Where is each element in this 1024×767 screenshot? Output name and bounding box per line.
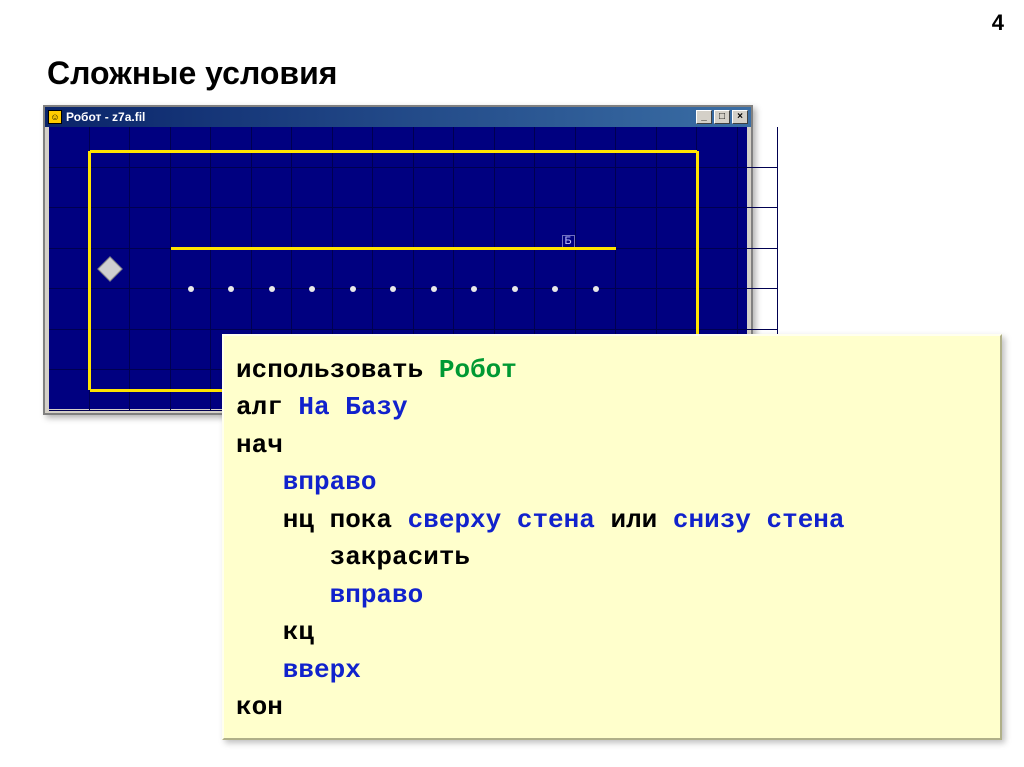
slide-number: 4 (992, 10, 1004, 36)
wall-horizontal (171, 247, 617, 250)
code-line: кон (236, 692, 283, 722)
maximize-button[interactable]: □ (714, 110, 730, 124)
code-line: нач (236, 430, 283, 460)
painted-dot (431, 286, 437, 292)
minimize-button[interactable]: _ (696, 110, 712, 124)
painted-dot (269, 286, 275, 292)
app-icon: ☺ (48, 110, 62, 124)
page-title: Сложные условия (47, 55, 337, 92)
window-titlebar: ☺ Робот - z7a.fil _ □ × (45, 107, 751, 127)
painted-dot (593, 286, 599, 292)
wall-horizontal (90, 150, 698, 153)
code-line: кц (236, 617, 314, 647)
wall-vertical (88, 151, 91, 390)
painted-dot (512, 286, 518, 292)
code-line: вправо (236, 580, 423, 610)
close-button[interactable]: × (732, 110, 748, 124)
code-line: использовать Робот (236, 355, 517, 385)
painted-dot (188, 286, 194, 292)
code-listing: использовать Робот алг На Базу нач вправ… (222, 334, 1002, 740)
code-line: нц пока сверху стена или снизу стена (236, 505, 845, 535)
code-line: алг На Базу (236, 392, 408, 422)
code-line: вверх (236, 655, 361, 685)
code-line: закрасить (236, 542, 470, 572)
code-line: вправо (236, 467, 376, 497)
window-controls: _ □ × (696, 110, 748, 124)
window-title: Робот - z7a.fil (66, 110, 696, 124)
painted-dot (350, 286, 356, 292)
